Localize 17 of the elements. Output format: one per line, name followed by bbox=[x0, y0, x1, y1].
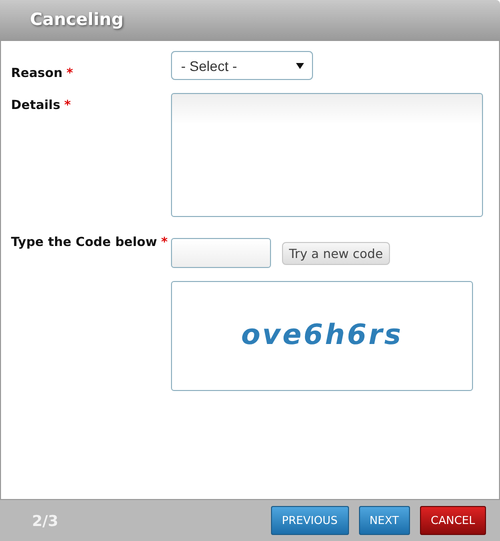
captcha-code: ove6h6rs bbox=[241, 318, 403, 350]
required-asterisk: * bbox=[64, 97, 71, 112]
caret-icon bbox=[296, 62, 304, 68]
required-asterisk: * bbox=[66, 65, 74, 80]
window-title: Canceling bbox=[30, 10, 124, 30]
field-label: Details bbox=[11, 97, 60, 112]
code-input-field[interactable] bbox=[171, 238, 271, 268]
nav-button[interactable]: NEXT bbox=[358, 506, 410, 535]
field-label: Type the Code below bbox=[11, 234, 158, 249]
details-textarea[interactable] bbox=[171, 93, 483, 217]
nav-button[interactable]: PREVIOUS bbox=[270, 506, 349, 535]
new-code-button[interactable]: Try a new code bbox=[282, 242, 390, 264]
cancel-button[interactable]: CANCEL bbox=[420, 506, 486, 535]
required-asterisk: * bbox=[161, 234, 168, 249]
field-label: Reason bbox=[11, 65, 62, 80]
reason-dropdown[interactable]: - Select - bbox=[171, 51, 313, 80]
step-counter: 2/3 bbox=[32, 512, 60, 530]
